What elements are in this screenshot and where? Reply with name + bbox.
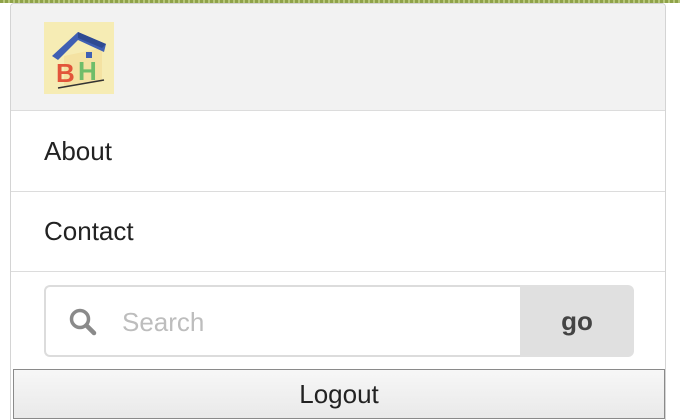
house-logo-icon: B H [52, 32, 106, 89]
site-logo[interactable]: B H [44, 22, 114, 94]
menu-header: B H [11, 4, 665, 111]
logout-button[interactable]: Logout [13, 369, 665, 419]
menu-item-about[interactable]: About [11, 112, 665, 192]
search-box [44, 285, 520, 357]
search-icon [69, 308, 97, 336]
search-form: go [44, 285, 634, 357]
search-input[interactable] [120, 287, 514, 357]
menu-item-label: About [44, 136, 112, 166]
dropdown-menu-panel: B H About Contact go Logout [10, 3, 666, 420]
logo-letter-b: B [56, 58, 75, 88]
menu-item-contact[interactable]: Contact [11, 192, 665, 272]
search-go-button[interactable]: go [520, 285, 634, 357]
menu-item-label: Contact [44, 216, 134, 246]
